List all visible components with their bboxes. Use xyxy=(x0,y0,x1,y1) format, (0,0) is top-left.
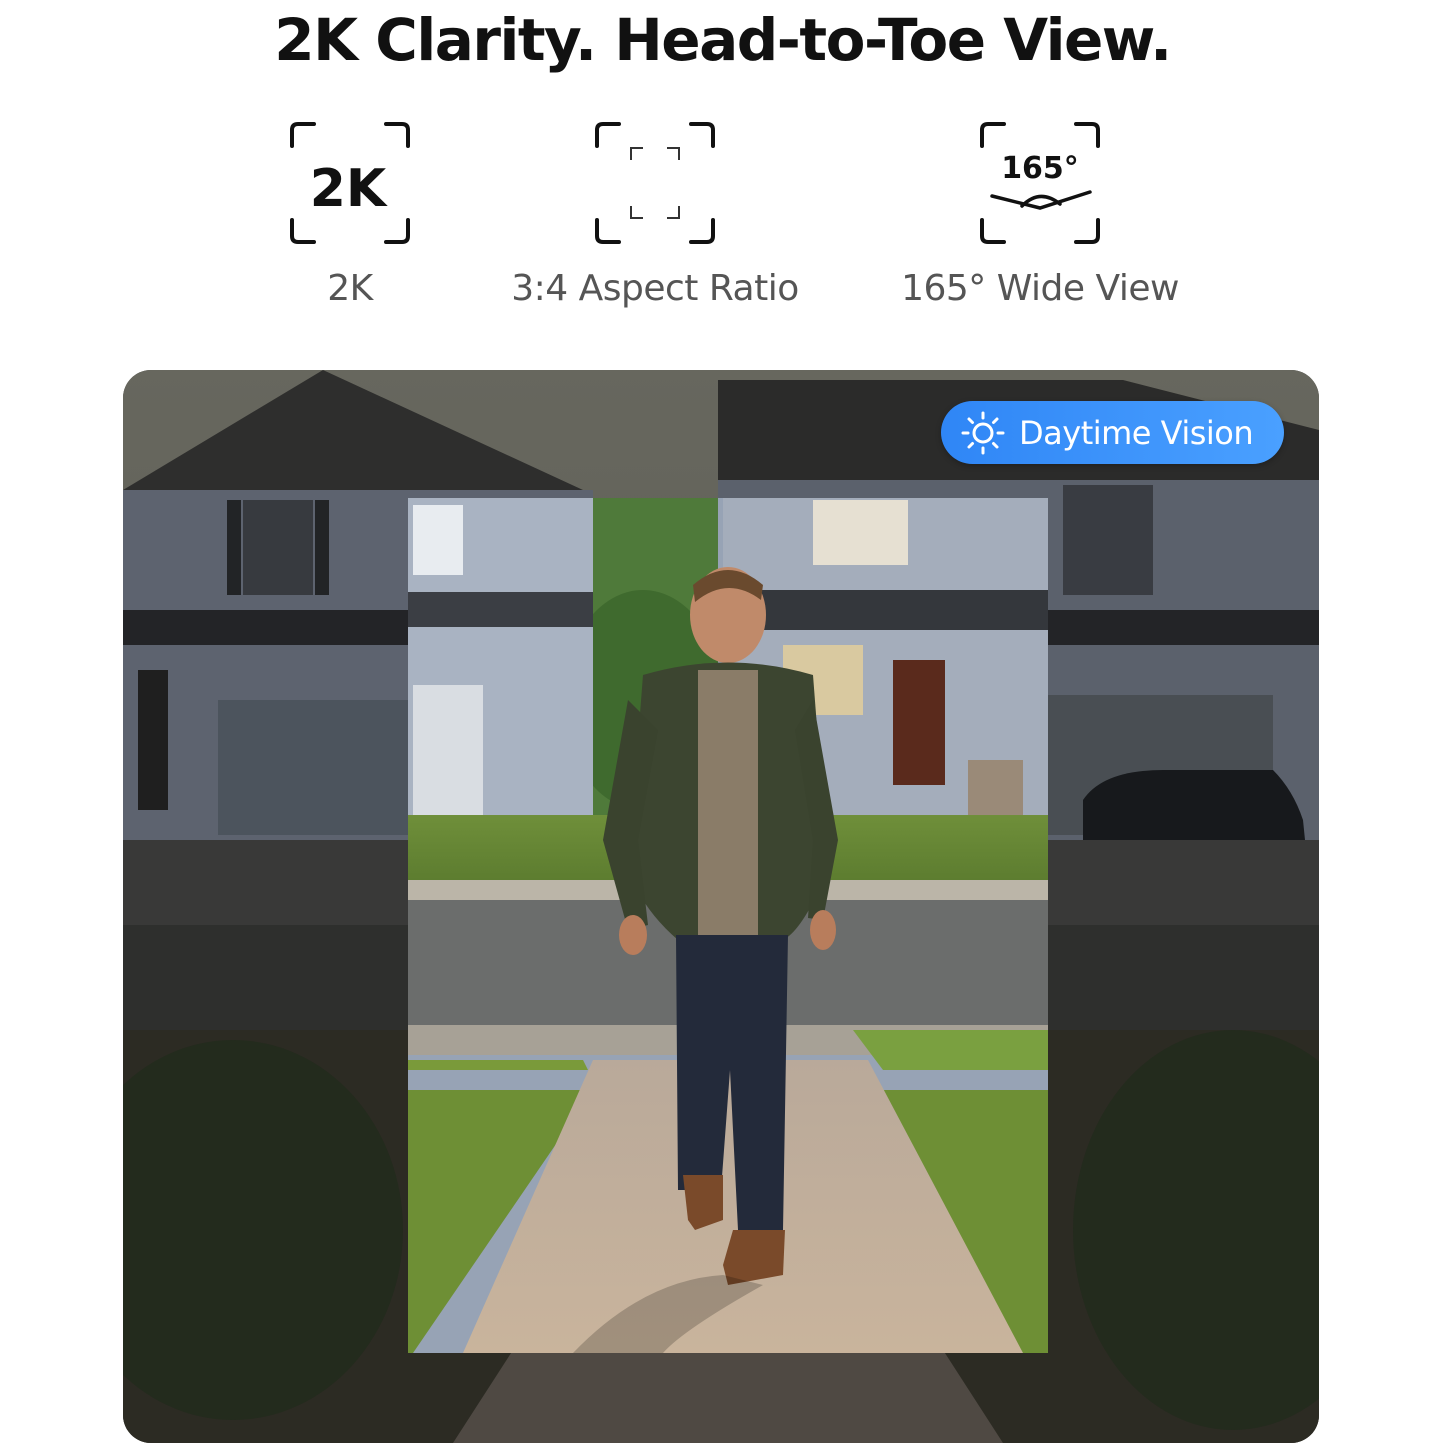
feature-label-2k: 2K xyxy=(327,268,373,309)
2k-icon-text: 2K xyxy=(310,159,388,219)
feature-wide-view: 165° 165° Wide View xyxy=(880,122,1200,309)
3-4-crop-frame xyxy=(408,498,1048,1353)
wide-angle-icon-text: 165° xyxy=(1001,151,1079,186)
page-headline: 2K Clarity. Head-to-Toe View. xyxy=(274,6,1172,74)
feature-label-wide-view: 165° Wide View xyxy=(901,268,1179,309)
feature-aspect-ratio: 3:4 Aspect Ratio xyxy=(480,122,830,309)
feature-2k: 2K 2K xyxy=(250,122,450,309)
2k-resolution-icon: 2K xyxy=(290,122,410,244)
aspect-ratio-icon xyxy=(595,122,715,244)
daytime-vision-badge: Daytime Vision xyxy=(941,401,1284,464)
sun-icon xyxy=(961,411,1005,454)
camera-scene-photo: Daytime Vision xyxy=(123,370,1319,1443)
feature-label-aspect-ratio: 3:4 Aspect Ratio xyxy=(511,268,799,309)
wide-angle-icon: 165° xyxy=(980,122,1100,244)
doorbell-camera-view xyxy=(123,370,1319,1443)
badge-label: Daytime Vision xyxy=(1019,413,1254,452)
